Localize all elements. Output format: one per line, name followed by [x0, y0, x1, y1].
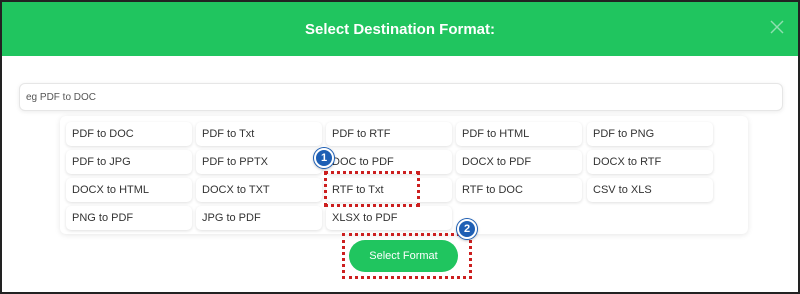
option-png-to-pdf[interactable]: PNG to PDF: [66, 206, 192, 230]
option-pdf-to-doc[interactable]: PDF to DOC: [66, 122, 192, 146]
option-csv-to-xls[interactable]: CSV to XLS: [587, 178, 713, 202]
option-rtf-to-doc[interactable]: RTF to DOC: [456, 178, 582, 202]
option-docx-to-txt[interactable]: DOCX to TXT: [196, 178, 322, 202]
option-pdf-to-txt[interactable]: PDF to Txt: [196, 122, 322, 146]
option-jpg-to-pdf[interactable]: JPG to PDF: [196, 206, 322, 230]
option-pdf-to-jpg[interactable]: PDF to JPG: [66, 150, 192, 174]
step-badge-2: 2: [457, 219, 477, 239]
option-docx-to-pdf[interactable]: DOCX to PDF: [456, 150, 582, 174]
option-pdf-to-pptx[interactable]: PDF to PPTX: [196, 150, 322, 174]
option-doc-to-pdf[interactable]: DOC to PDF: [326, 150, 452, 174]
close-icon[interactable]: [768, 18, 786, 36]
option-docx-to-html[interactable]: DOCX to HTML: [66, 178, 192, 202]
option-xlsx-to-pdf[interactable]: XLSX to PDF: [326, 206, 452, 230]
format-options-panel: PDF to DOC PDF to Txt PDF to RTF PDF to …: [60, 116, 748, 234]
option-pdf-to-png[interactable]: PDF to PNG: [587, 122, 713, 146]
step-badge-1: 1: [314, 148, 334, 168]
option-rtf-to-txt[interactable]: RTF to Txt: [326, 178, 452, 202]
option-pdf-to-html[interactable]: PDF to HTML: [456, 122, 582, 146]
search-input[interactable]: [19, 83, 783, 111]
modal-title: Select Destination Format:: [304, 21, 496, 38]
modal-dialog: Select Destination Format: PDF to DOC PD…: [0, 0, 800, 294]
select-format-button[interactable]: Select Format: [349, 240, 458, 272]
option-docx-to-rtf[interactable]: DOCX to RTF: [587, 150, 713, 174]
option-pdf-to-rtf[interactable]: PDF to RTF: [326, 122, 452, 146]
